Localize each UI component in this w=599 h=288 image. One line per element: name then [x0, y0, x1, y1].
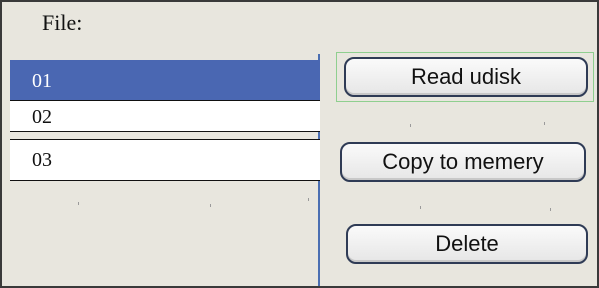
file-manager-screen: File: 01 02 03 Read udisk Copy to memery… [0, 0, 599, 288]
file-list-item-02[interactable]: 02 [10, 100, 320, 132]
file-list-item-label: 01 [32, 70, 52, 92]
delete-button[interactable]: Delete [346, 224, 588, 264]
file-list-item-label: 03 [32, 149, 52, 171]
file-label: File: [42, 10, 83, 35]
file-list-item-label: 02 [32, 106, 52, 128]
copy-to-memory-button[interactable]: Copy to memery [340, 142, 586, 182]
scan-speck [78, 202, 79, 205]
scan-speck [550, 208, 551, 211]
scan-speck [544, 122, 545, 125]
file-list-item-03[interactable]: 03 [10, 139, 320, 181]
file-list[interactable]: 01 02 03 [10, 54, 320, 286]
scan-speck [308, 198, 309, 201]
scan-speck [420, 206, 421, 209]
read-udisk-button[interactable]: Read udisk [344, 57, 588, 97]
scan-speck [410, 124, 411, 127]
scan-speck [210, 204, 211, 207]
file-list-item-01[interactable]: 01 [10, 60, 320, 102]
